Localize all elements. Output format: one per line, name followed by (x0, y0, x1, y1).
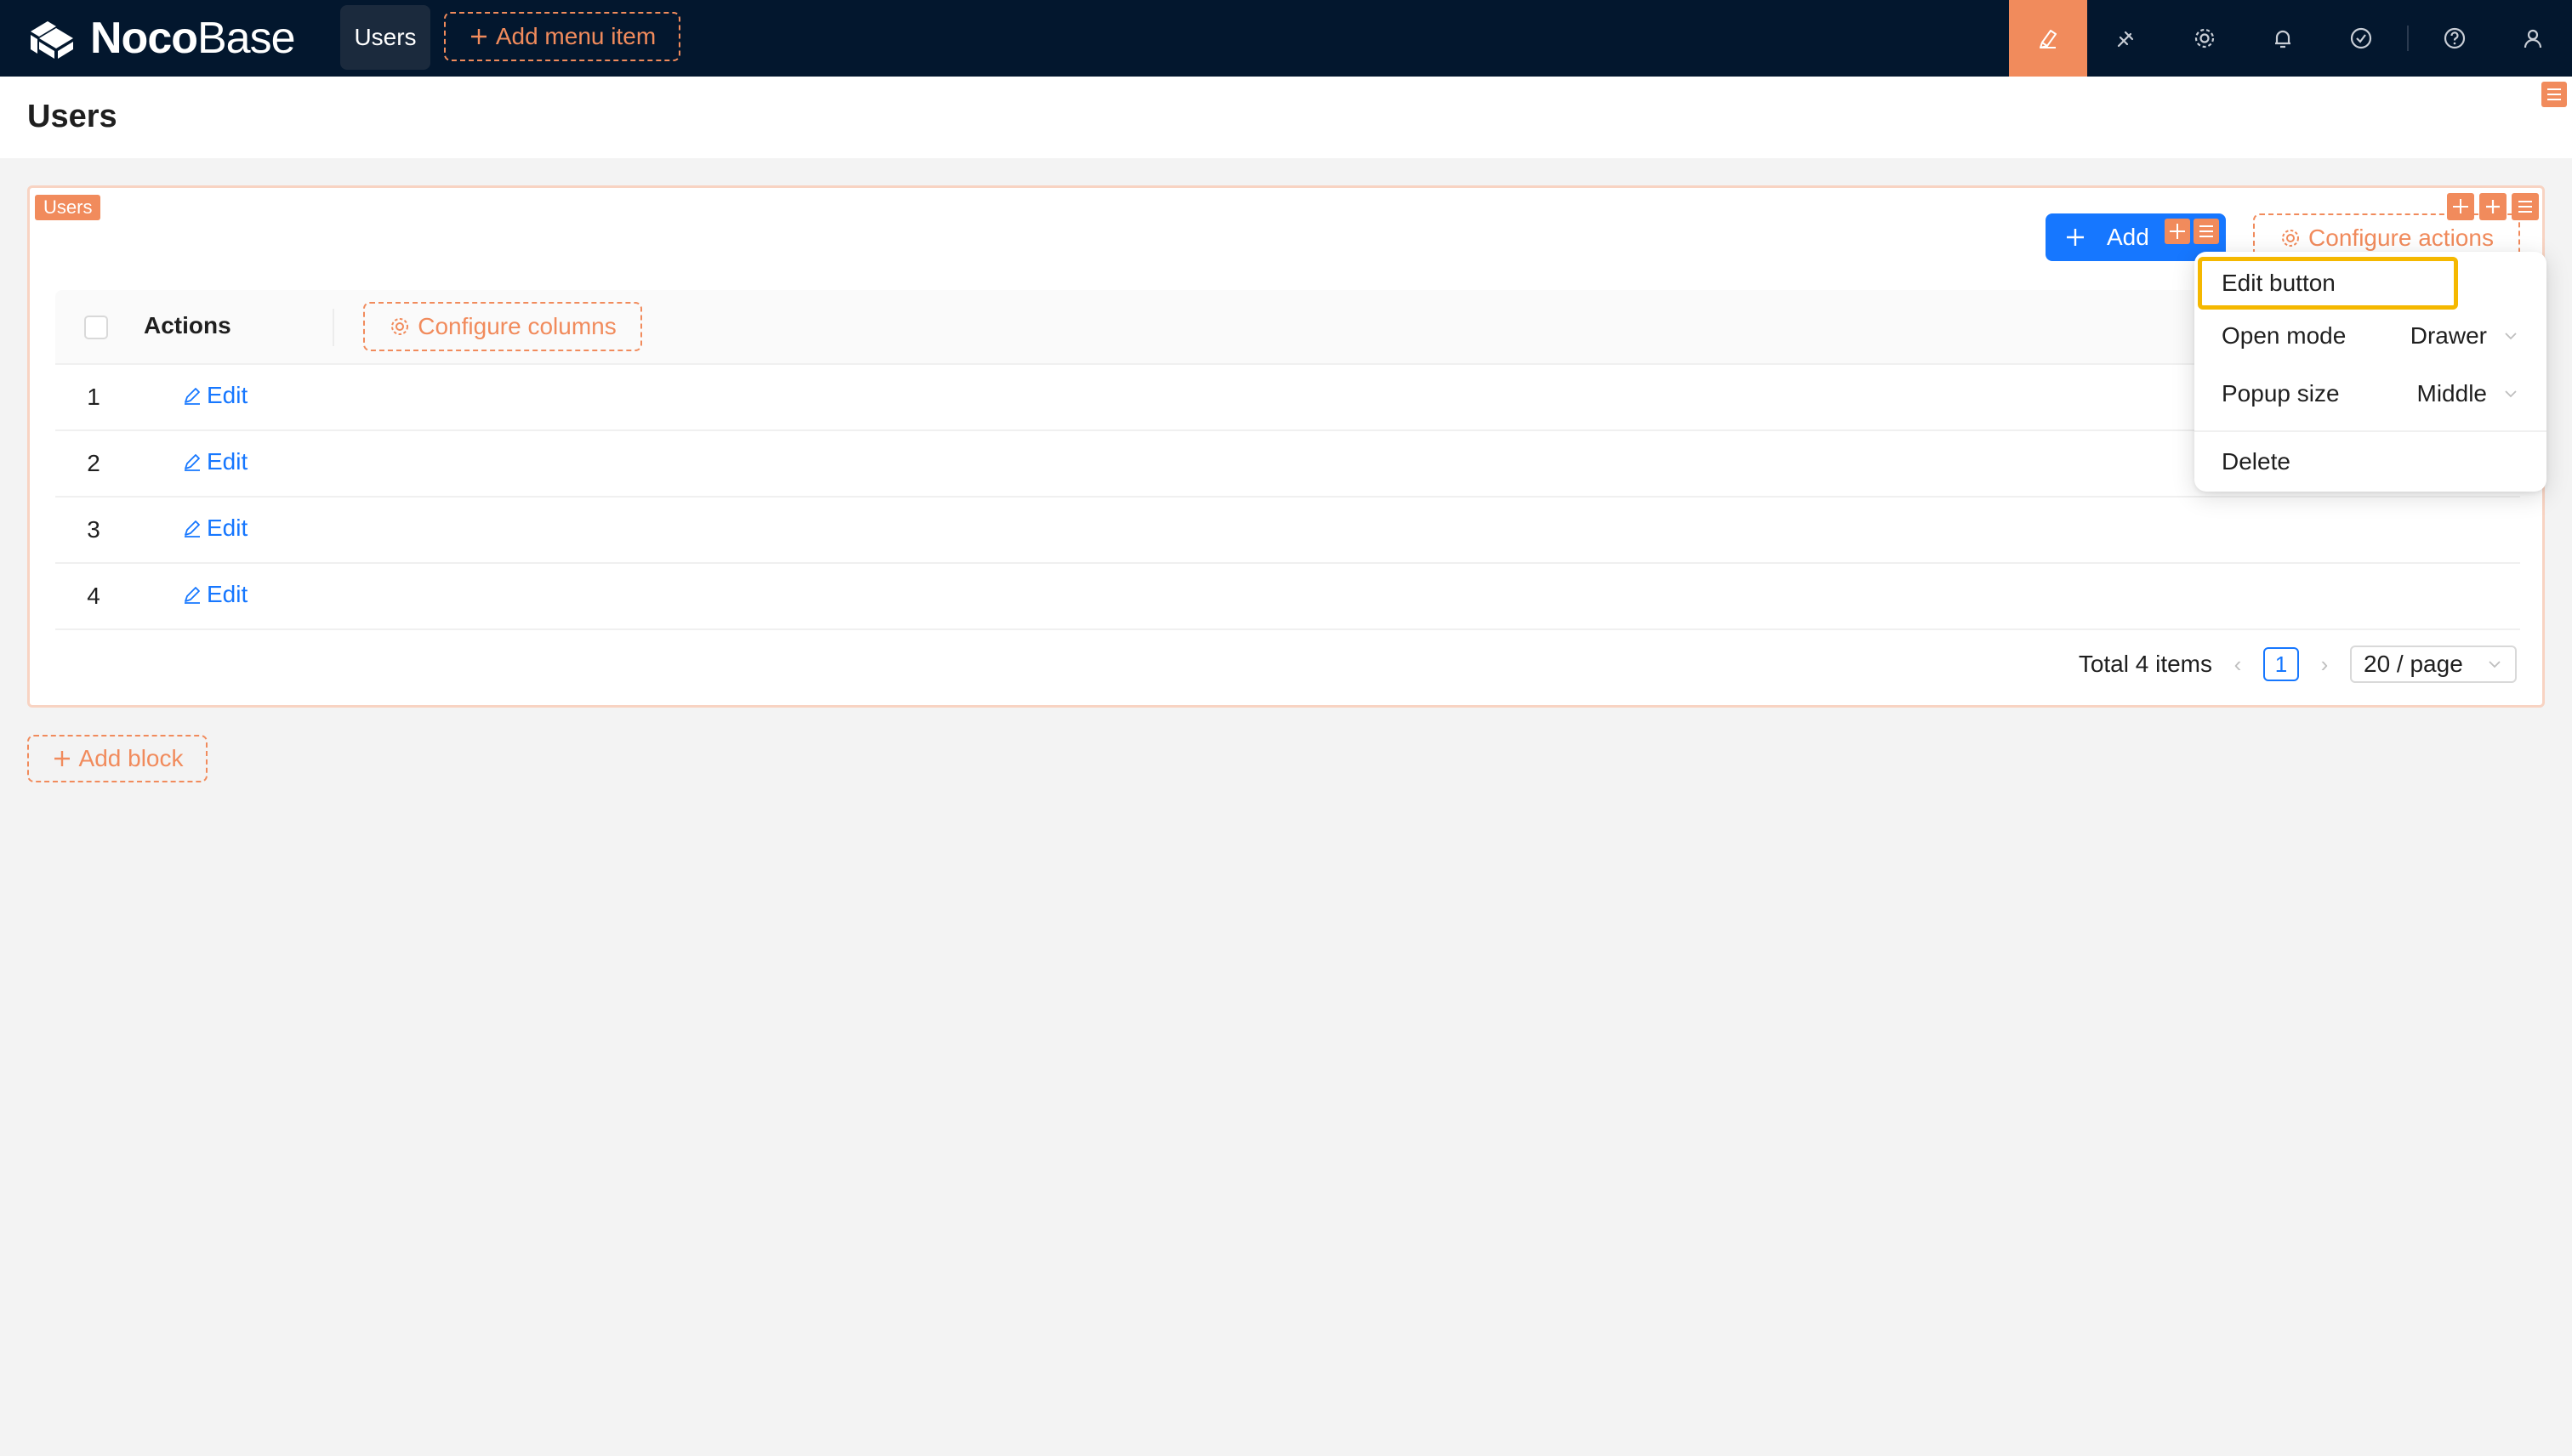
plugin-icon (2117, 31, 2134, 48)
page-title: Users (27, 99, 117, 134)
notifications-button[interactable] (2244, 0, 2322, 77)
popup-size-value: Middle (2416, 380, 2487, 407)
table-header: Actions Configure columns (55, 290, 2520, 365)
edit-link[interactable]: Edit (181, 515, 248, 542)
add-block-label: Add block (78, 745, 184, 771)
pagination: Total 4 items ‹ 1 › 20 / page (2079, 644, 2517, 685)
add-new-label: Add (2107, 224, 2149, 250)
button-toolbar (2165, 219, 2219, 244)
table-row: 3 Edit (55, 498, 2520, 564)
page-header: Users (0, 77, 2572, 158)
menu-icon (2518, 201, 2532, 213)
page-settings-button[interactable] (2541, 82, 2567, 107)
open-mode-label: Open mode (2222, 322, 2347, 349)
table-row: 2 Edit (55, 431, 2520, 498)
add-menu-item-button[interactable]: Add menu item (444, 12, 680, 61)
add-block-button[interactable]: Add block (27, 735, 208, 782)
drag-icon (2170, 224, 2185, 239)
button-drag-handle[interactable] (2165, 219, 2190, 244)
chevron-down-icon (2505, 390, 2517, 398)
plus-icon (54, 751, 70, 766)
column-header-actions: Actions (144, 312, 231, 338)
ui-editor-toggle[interactable] (2009, 0, 2087, 77)
gear-icon (2282, 230, 2300, 247)
open-mode-value: Drawer (2410, 322, 2487, 349)
edit-link[interactable]: Edit (181, 382, 248, 409)
tasks-button[interactable] (2322, 0, 2400, 77)
popup-size-label: Popup size (2222, 380, 2340, 407)
page-size-select[interactable]: 20 / page (2350, 646, 2517, 683)
edit-label: Edit (207, 448, 248, 475)
column-divider (333, 309, 334, 346)
bell-icon (2275, 30, 2290, 48)
help-button[interactable] (2416, 0, 2494, 77)
configure-columns-label: Configure columns (418, 313, 617, 339)
edit-icon (185, 587, 200, 604)
help-icon (2444, 27, 2466, 49)
nocobase-logo[interactable]: NocoBase (27, 12, 296, 65)
plugin-manager-button[interactable] (2087, 0, 2165, 77)
user-icon (2524, 29, 2542, 48)
ui-editor-icon (2040, 30, 2057, 48)
edit-link[interactable]: Edit (181, 581, 248, 608)
settings-button[interactable] (2165, 0, 2244, 77)
row-index: 4 (87, 583, 100, 609)
row-index: 1 (87, 384, 100, 410)
chevron-down-icon (2489, 661, 2501, 668)
edit-link[interactable]: Edit (181, 448, 248, 475)
edit-icon (185, 388, 200, 405)
top-navigation-bar: NocoBase Users Add menu item (0, 0, 2572, 77)
users-table-block: Users Add Configure actions Actions Conf… (27, 185, 2545, 708)
pagination-total: Total 4 items (2078, 651, 2212, 677)
nav-item-users[interactable]: Users (340, 5, 430, 70)
edit-icon (185, 454, 200, 471)
users-table: Actions Configure columns 1 Edit 2 Edit … (55, 290, 2520, 630)
table-row: 4 Edit (55, 564, 2520, 630)
button-settings-menu: Edit button Open mode Drawer Popup size … (2194, 252, 2546, 492)
chevron-down-icon (2505, 333, 2517, 340)
block-collection-tag: Users (35, 195, 101, 220)
user-menu-button[interactable] (2494, 0, 2572, 77)
next-page-icon[interactable]: › (2314, 651, 2335, 678)
delete-label: Delete (2222, 448, 2290, 475)
row-index: 2 (87, 450, 100, 476)
menu-item-popup-size[interactable]: Popup size Middle (2194, 367, 2546, 420)
popup-size-select[interactable]: Middle (2417, 380, 2519, 407)
plus-icon (470, 29, 487, 44)
button-settings[interactable] (2194, 219, 2219, 244)
edit-icon (185, 520, 200, 537)
configure-columns-button[interactable]: Configure columns (363, 302, 642, 351)
topbar-divider (2407, 26, 2409, 51)
page-number-current[interactable]: 1 (2263, 647, 2299, 681)
select-all-checkbox[interactable] (84, 316, 108, 339)
add-menu-item-label: Add menu item (495, 23, 657, 49)
settings-icon (2194, 28, 2215, 48)
gear-icon (391, 318, 409, 335)
logo-text: NocoBase (90, 14, 296, 63)
check-circle-icon (2350, 27, 2372, 49)
prev-page-icon[interactable]: ‹ (2228, 651, 2248, 678)
edit-label: Edit (207, 581, 248, 607)
page-size-value: 20 / page (2364, 651, 2463, 677)
menu-icon (2547, 88, 2561, 100)
menu-icon (2199, 225, 2213, 237)
configure-actions-label: Configure actions (2308, 225, 2494, 251)
open-mode-select[interactable]: Drawer (2410, 322, 2519, 350)
edit-label: Edit (207, 382, 248, 408)
menu-divider (2194, 430, 2546, 432)
edit-label: Edit (207, 515, 248, 541)
menu-item-delete[interactable]: Delete (2194, 435, 2546, 488)
table-row: 1 Edit (55, 365, 2520, 431)
logo-icon (31, 21, 73, 59)
menu-item-open-mode[interactable]: Open mode Drawer (2194, 310, 2546, 362)
row-index: 3 (87, 516, 100, 543)
menu-title-edit-button: Edit button (2222, 270, 2336, 296)
plus-icon (2067, 229, 2084, 246)
